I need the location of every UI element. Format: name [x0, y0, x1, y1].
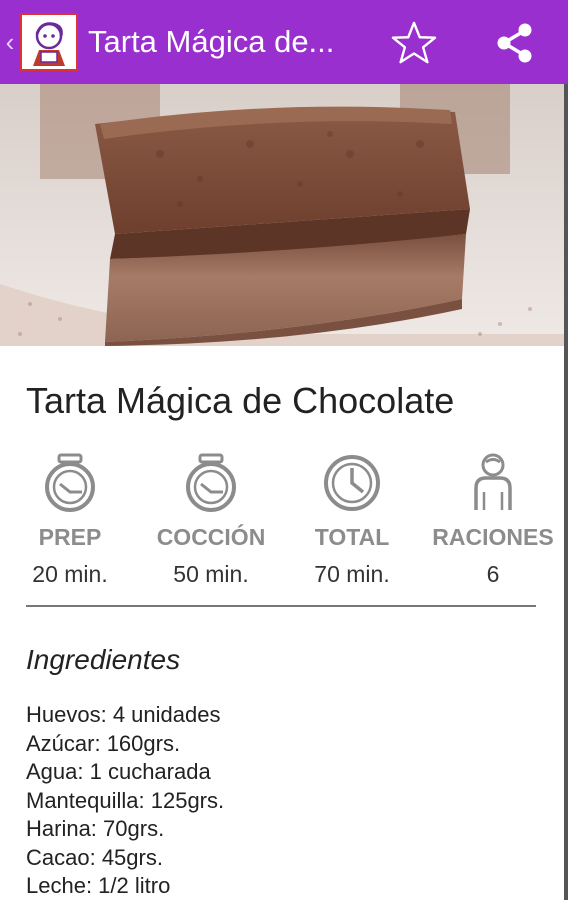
favorite-button[interactable] [388, 17, 440, 69]
section-divider [26, 605, 536, 607]
share-icon [497, 23, 532, 63]
recipe-title: Tarta Mágica de Chocolate [26, 380, 455, 421]
stat-value: 20 min. [32, 561, 108, 587]
stat-label: RACIONES [432, 524, 554, 550]
recipe-photo [0, 84, 568, 346]
person-icon [474, 453, 512, 510]
clock-icon [324, 455, 380, 511]
app-logo-icon[interactable] [20, 13, 78, 71]
recipe-stats: PREP 20 min. COCCIÓN 50 min. TOTAL 70 mi… [0, 452, 568, 587]
list-item: Azúcar: 160grs. [26, 730, 181, 756]
app-bar: ‹ Tarta Mágica de... [0, 0, 568, 84]
list-item: Cacao: 45grs. [26, 844, 163, 870]
stat-raciones: RACIONES 6 [423, 452, 563, 588]
chevron-left-icon: ‹ [5, 26, 15, 57]
star-icon [391, 21, 437, 64]
scroll-edge [564, 84, 568, 900]
list-item: Mantequilla: 125grs. [26, 787, 225, 813]
app-bar-title: Tarta Mágica de... [88, 24, 335, 59]
list-item: Agua: 1 cucharada [26, 759, 211, 784]
stat-total: TOTAL 70 min. [282, 452, 422, 588]
recipe-detail: Tarta Mágica de Chocolate PREP 20 min. C… [0, 346, 568, 900]
stat-coccion: COCCIÓN 50 min. [141, 452, 281, 588]
share-button[interactable] [488, 17, 540, 69]
stat-value: 50 min. [173, 561, 249, 587]
stat-label: TOTAL [314, 524, 390, 550]
list-item: Harina: 70grs. [26, 816, 165, 841]
stat-label: PREP [38, 524, 102, 550]
list-item: Leche: 1/2 litro [26, 873, 171, 898]
stat-prep: PREP 20 min. [0, 452, 140, 588]
list-item: Huevos: 4 unidades [26, 702, 221, 727]
stat-value: 70 min. [314, 561, 390, 587]
ingredients-heading: Ingredientes [26, 644, 181, 675]
stopwatch-icon [186, 453, 236, 512]
stat-value: 6 [486, 561, 500, 587]
stat-label: COCCIÓN [156, 524, 266, 550]
ingredients-list: Huevos: 4 unidades Azúcar: 160grs. Agua:… [26, 701, 224, 900]
back-button[interactable]: ‹ [2, 0, 18, 84]
stopwatch-icon [45, 453, 95, 512]
